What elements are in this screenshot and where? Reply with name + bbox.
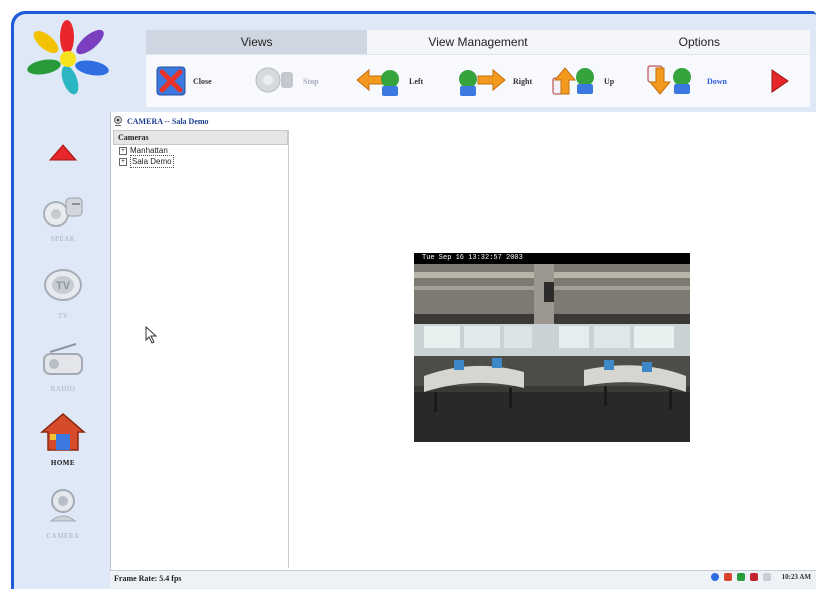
camera-icon [49,489,77,522]
cameras-header: Cameras [113,130,288,145]
video-timestamp: Tue Sep 16 13:32:57 2003 [414,253,690,264]
tv-icon: TV [44,269,82,301]
nav-camera[interactable]: CAMERA [16,485,110,540]
media-icon[interactable] [749,573,758,581]
antivirus-icon[interactable] [736,573,745,581]
home-icon [39,413,87,451]
left-nav: SPEAK TV TV RADIO HOME CAMERA [16,120,110,580]
tilt-up-icon [552,67,594,95]
stop-label: Stop [303,76,319,86]
right-label: Right [513,76,533,86]
nav-radio[interactable]: RADIO [16,338,110,393]
pan-left-icon [356,68,399,96]
speak-icon [43,197,83,227]
arrow-up-icon [48,144,78,161]
down-button[interactable]: Down [646,63,727,99]
pan-right-icon [459,68,506,96]
status-bar: Frame Rate: 5.4 fps 10:23 AM [110,570,816,588]
home-label: HOME [50,459,76,467]
speak-label: SPEAK [50,235,76,243]
down-label: Down [707,76,728,86]
nav-tv[interactable]: TV TV [16,265,110,320]
volume-icon[interactable] [762,573,771,581]
tilt-down-icon [647,65,691,95]
tab-bar: Views View Management Options [146,30,810,54]
tv-label: TV [57,312,69,320]
up-label: Up [604,76,615,86]
webcam-icon [114,116,122,126]
arrow-right-icon [771,69,789,93]
close-icon [156,66,186,96]
expand-icon: + [119,157,127,166]
frame-rate-text: Frame Rate: 5.4 fps [114,574,182,583]
svg-text:TV: TV [56,280,71,292]
stop-button[interactable]: Stop [254,63,319,99]
close-label: Close [193,76,212,86]
left-label: Left [409,76,424,86]
main-panel: CAMERA -- Sala Demo Cameras + Manhattan … [110,112,817,586]
tab-views[interactable]: Views [146,30,368,54]
right-button[interactable]: Right [454,63,532,99]
tab-options[interactable]: Options [588,30,810,54]
system-tray: 10:23 AM [710,573,811,581]
panel-title-text: CAMERA -- Sala Demo [127,116,209,126]
next-button[interactable] [766,63,792,99]
radio-label: RADIO [50,385,76,393]
stop-camera-icon [255,67,293,93]
mouse-pointer-icon [145,326,158,344]
network-icon[interactable] [710,573,719,581]
left-button[interactable]: Left [354,63,423,99]
app-logo [27,20,109,95]
toolbar: Close Stop Left Right Up Down [146,54,810,107]
camera-item-label: Sala Demo [130,155,174,168]
panel-title: CAMERA -- Sala Demo [113,114,813,128]
close-button[interactable]: Close [154,63,212,99]
camera-item-sala-demo[interactable]: + Sala Demo [113,155,288,168]
shield-icon[interactable] [723,573,732,581]
camera-video-feed[interactable]: Tue Sep 16 13:32:57 2003 [414,253,690,442]
nav-up-button[interactable] [16,142,110,169]
nav-speak[interactable]: SPEAK [16,190,110,243]
nav-home[interactable]: HOME [16,410,110,467]
camera-list: Cameras + Manhattan + Sala Demo [113,130,289,568]
tray-clock: 10:23 AM [781,573,811,581]
video-frame-image [414,264,690,442]
expand-icon: + [119,146,127,155]
camera-label: CAMERA [46,532,80,540]
tab-view-management[interactable]: View Management [367,30,589,54]
radio-icon [43,343,83,375]
up-button[interactable]: Up [551,63,614,99]
